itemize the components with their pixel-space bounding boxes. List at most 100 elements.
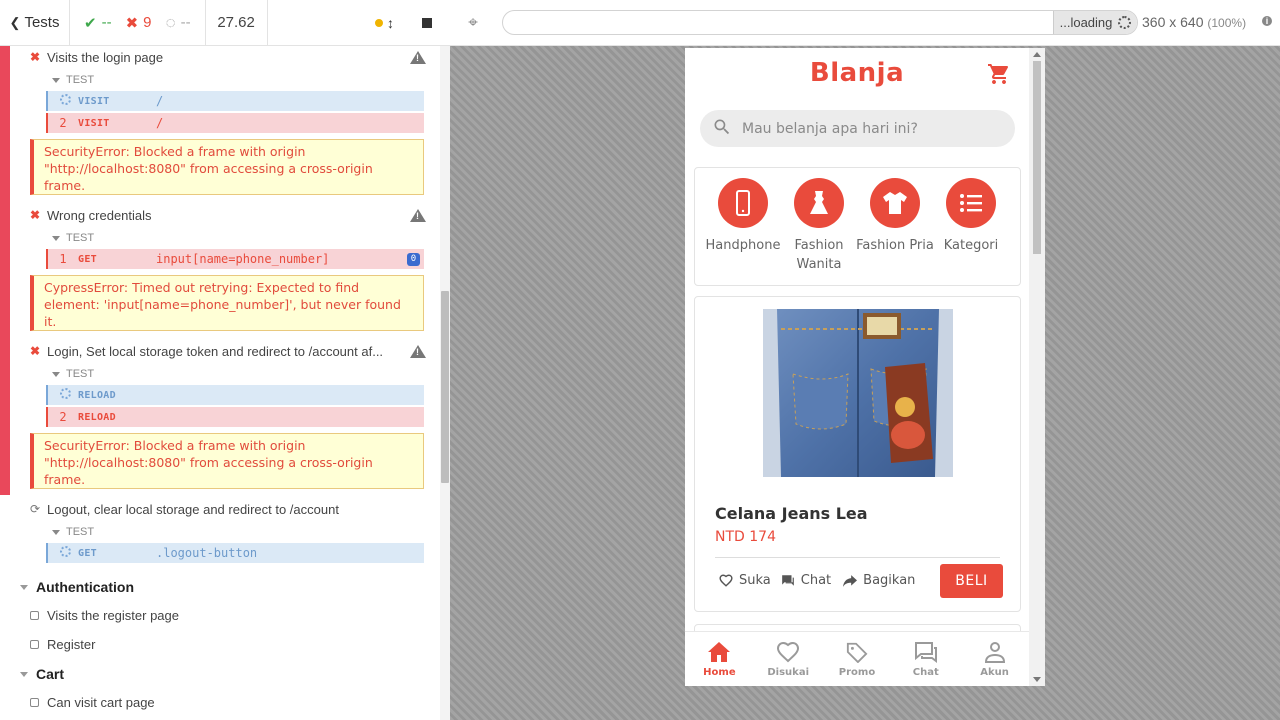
info-icon[interactable]: i (1262, 16, 1272, 26)
buy-button[interactable]: BELI (940, 564, 1003, 598)
chat-button[interactable]: Chat (781, 573, 831, 588)
test-visits-login[interactable]: ✖ Visits the login page (30, 46, 426, 68)
caret-down-icon (52, 77, 60, 83)
loading-text: ...loading (1059, 15, 1113, 30)
command-row[interactable]: 2 RELOAD (46, 407, 424, 427)
share-icon (843, 574, 858, 587)
nav-home[interactable]: Home (685, 632, 754, 686)
error-message[interactable]: SecurityError: Blocked a frame with orig… (30, 433, 424, 489)
section-label: TEST (66, 526, 95, 538)
test-title: Register (47, 637, 96, 652)
product-card[interactable]: Celana Jeans Lea NTD 174 Suka Chat Bagik… (694, 296, 1021, 612)
run-controls: ↕ (268, 0, 450, 45)
error-message[interactable]: CypressError: Timed out retrying: Expect… (30, 275, 424, 331)
brand-logo[interactable]: Blanja (685, 58, 1029, 88)
category-label: Handphone (705, 238, 781, 253)
reporter-scrollbar[interactable] (440, 46, 450, 720)
nav-promo[interactable]: Promo (823, 632, 892, 686)
suite-authentication[interactable]: Authentication (20, 579, 134, 595)
category-fashion-wanita[interactable]: Fashion Wanita (779, 178, 859, 274)
failed-suite-indicator (0, 46, 10, 495)
command-row[interactable]: VISIT / (46, 91, 424, 111)
cart-icon[interactable] (987, 62, 1011, 90)
home-icon (708, 641, 731, 662)
phone-icon (718, 178, 768, 228)
command-number: 2 (59, 410, 67, 424)
pending-checkbox-icon (30, 698, 39, 707)
scroll-up-icon[interactable] (1033, 52, 1041, 57)
failed-count: 9 (143, 14, 152, 31)
pending-stat: ◌ -- (166, 13, 191, 33)
auto-scroll-toggle[interactable]: ↕ (375, 15, 394, 31)
heart-outline-icon (719, 574, 733, 587)
command-row[interactable]: 2 VISIT / (46, 113, 424, 133)
command-name: VISIT (78, 95, 110, 107)
spinner-icon (59, 546, 71, 557)
arrows-vertical-icon: ↕ (387, 14, 394, 31)
like-button[interactable]: Suka (719, 573, 771, 588)
url-bar[interactable]: ...loading (502, 10, 1138, 35)
list-icon (946, 178, 996, 228)
test-register[interactable]: Register (30, 637, 95, 652)
app-under-test: Blanja Mau belanja apa hari ini? Handpho… (685, 48, 1029, 686)
product-image[interactable] (763, 309, 953, 477)
command-row[interactable]: GET .logout-button (46, 543, 424, 563)
error-message[interactable]: SecurityError: Blocked a frame with orig… (30, 139, 424, 195)
command-row[interactable]: RELOAD (46, 385, 424, 405)
category-fashion-pria[interactable]: Fashion Pria (855, 178, 935, 255)
fail-icon: ✖ (30, 344, 41, 358)
viewport-size: 360 x 640 (1142, 14, 1204, 30)
action-label: Suka (739, 573, 771, 588)
product-name[interactable]: Celana Jeans Lea (715, 504, 868, 523)
test-title: Logout, clear local storage and redirect… (47, 501, 339, 517)
bottom-navigation: Home Disukai Promo Chat Akun (685, 631, 1029, 686)
viewport-zoom: (100%) (1207, 16, 1247, 30)
command-message: input[name=phone_number] (156, 252, 330, 266)
test-logout[interactable]: ⟳ Logout, clear local storage and redire… (30, 498, 426, 520)
scrollbar-thumb[interactable] (441, 291, 449, 483)
nav-label: Chat (912, 666, 939, 678)
search-placeholder: Mau belanja apa hari ini? (742, 120, 918, 137)
search-icon (712, 117, 732, 141)
nav-label: Promo (838, 666, 876, 678)
test-visit-cart[interactable]: Can visit cart page (30, 695, 155, 710)
category-handphone[interactable]: Handphone (703, 178, 783, 255)
command-message: / (156, 94, 164, 108)
caret-down-icon (20, 671, 28, 677)
test-section-toggle[interactable]: TEST (52, 232, 94, 244)
divider (715, 557, 1000, 558)
element-count-badge: 0 (407, 252, 420, 266)
chat-icon (781, 575, 794, 586)
command-name: RELOAD (78, 389, 116, 401)
test-section-toggle[interactable]: TEST (52, 74, 94, 86)
suite-cart[interactable]: Cart (20, 666, 64, 682)
test-section-toggle[interactable]: TEST (52, 368, 94, 380)
test-login-set-token[interactable]: ✖ Login, Set local storage token and red… (30, 340, 426, 362)
passed-stat: ✔ -- (84, 14, 112, 32)
scroll-down-icon[interactable] (1033, 677, 1041, 682)
passed-count: -- (101, 14, 112, 31)
spinner-icon (59, 94, 71, 105)
section-label: TEST (66, 232, 95, 244)
pending-checkbox-icon (30, 640, 39, 649)
command-row[interactable]: 1 GET input[name=phone_number] 0 (46, 249, 424, 269)
test-section-toggle[interactable]: TEST (52, 526, 94, 538)
scrollbar-thumb[interactable] (1033, 61, 1041, 254)
test-wrong-credentials[interactable]: ✖ Wrong credentials (30, 204, 426, 226)
nav-akun[interactable]: Akun (960, 632, 1029, 686)
app-scrollbar[interactable] (1029, 48, 1045, 686)
viewport-info: 360 x 640 (100%) (1142, 14, 1246, 30)
category-kategori[interactable]: Kategori (931, 178, 1011, 255)
stop-icon[interactable] (422, 17, 432, 28)
test-visits-register[interactable]: Visits the register page (30, 608, 179, 623)
selector-playground-button[interactable]: ⌖ (450, 13, 496, 33)
spinner-icon (59, 388, 71, 399)
share-button[interactable]: Bagikan (843, 573, 915, 588)
nav-label: Home (703, 666, 736, 678)
tests-button[interactable]: ❮ Tests (0, 0, 70, 45)
nav-chat[interactable]: Chat (891, 632, 960, 686)
nav-disukai[interactable]: Disukai (754, 632, 823, 686)
loading-spinner-icon (1118, 16, 1132, 29)
command-name: RELOAD (78, 411, 116, 423)
search-input[interactable]: Mau belanja apa hari ini? (700, 110, 1015, 147)
